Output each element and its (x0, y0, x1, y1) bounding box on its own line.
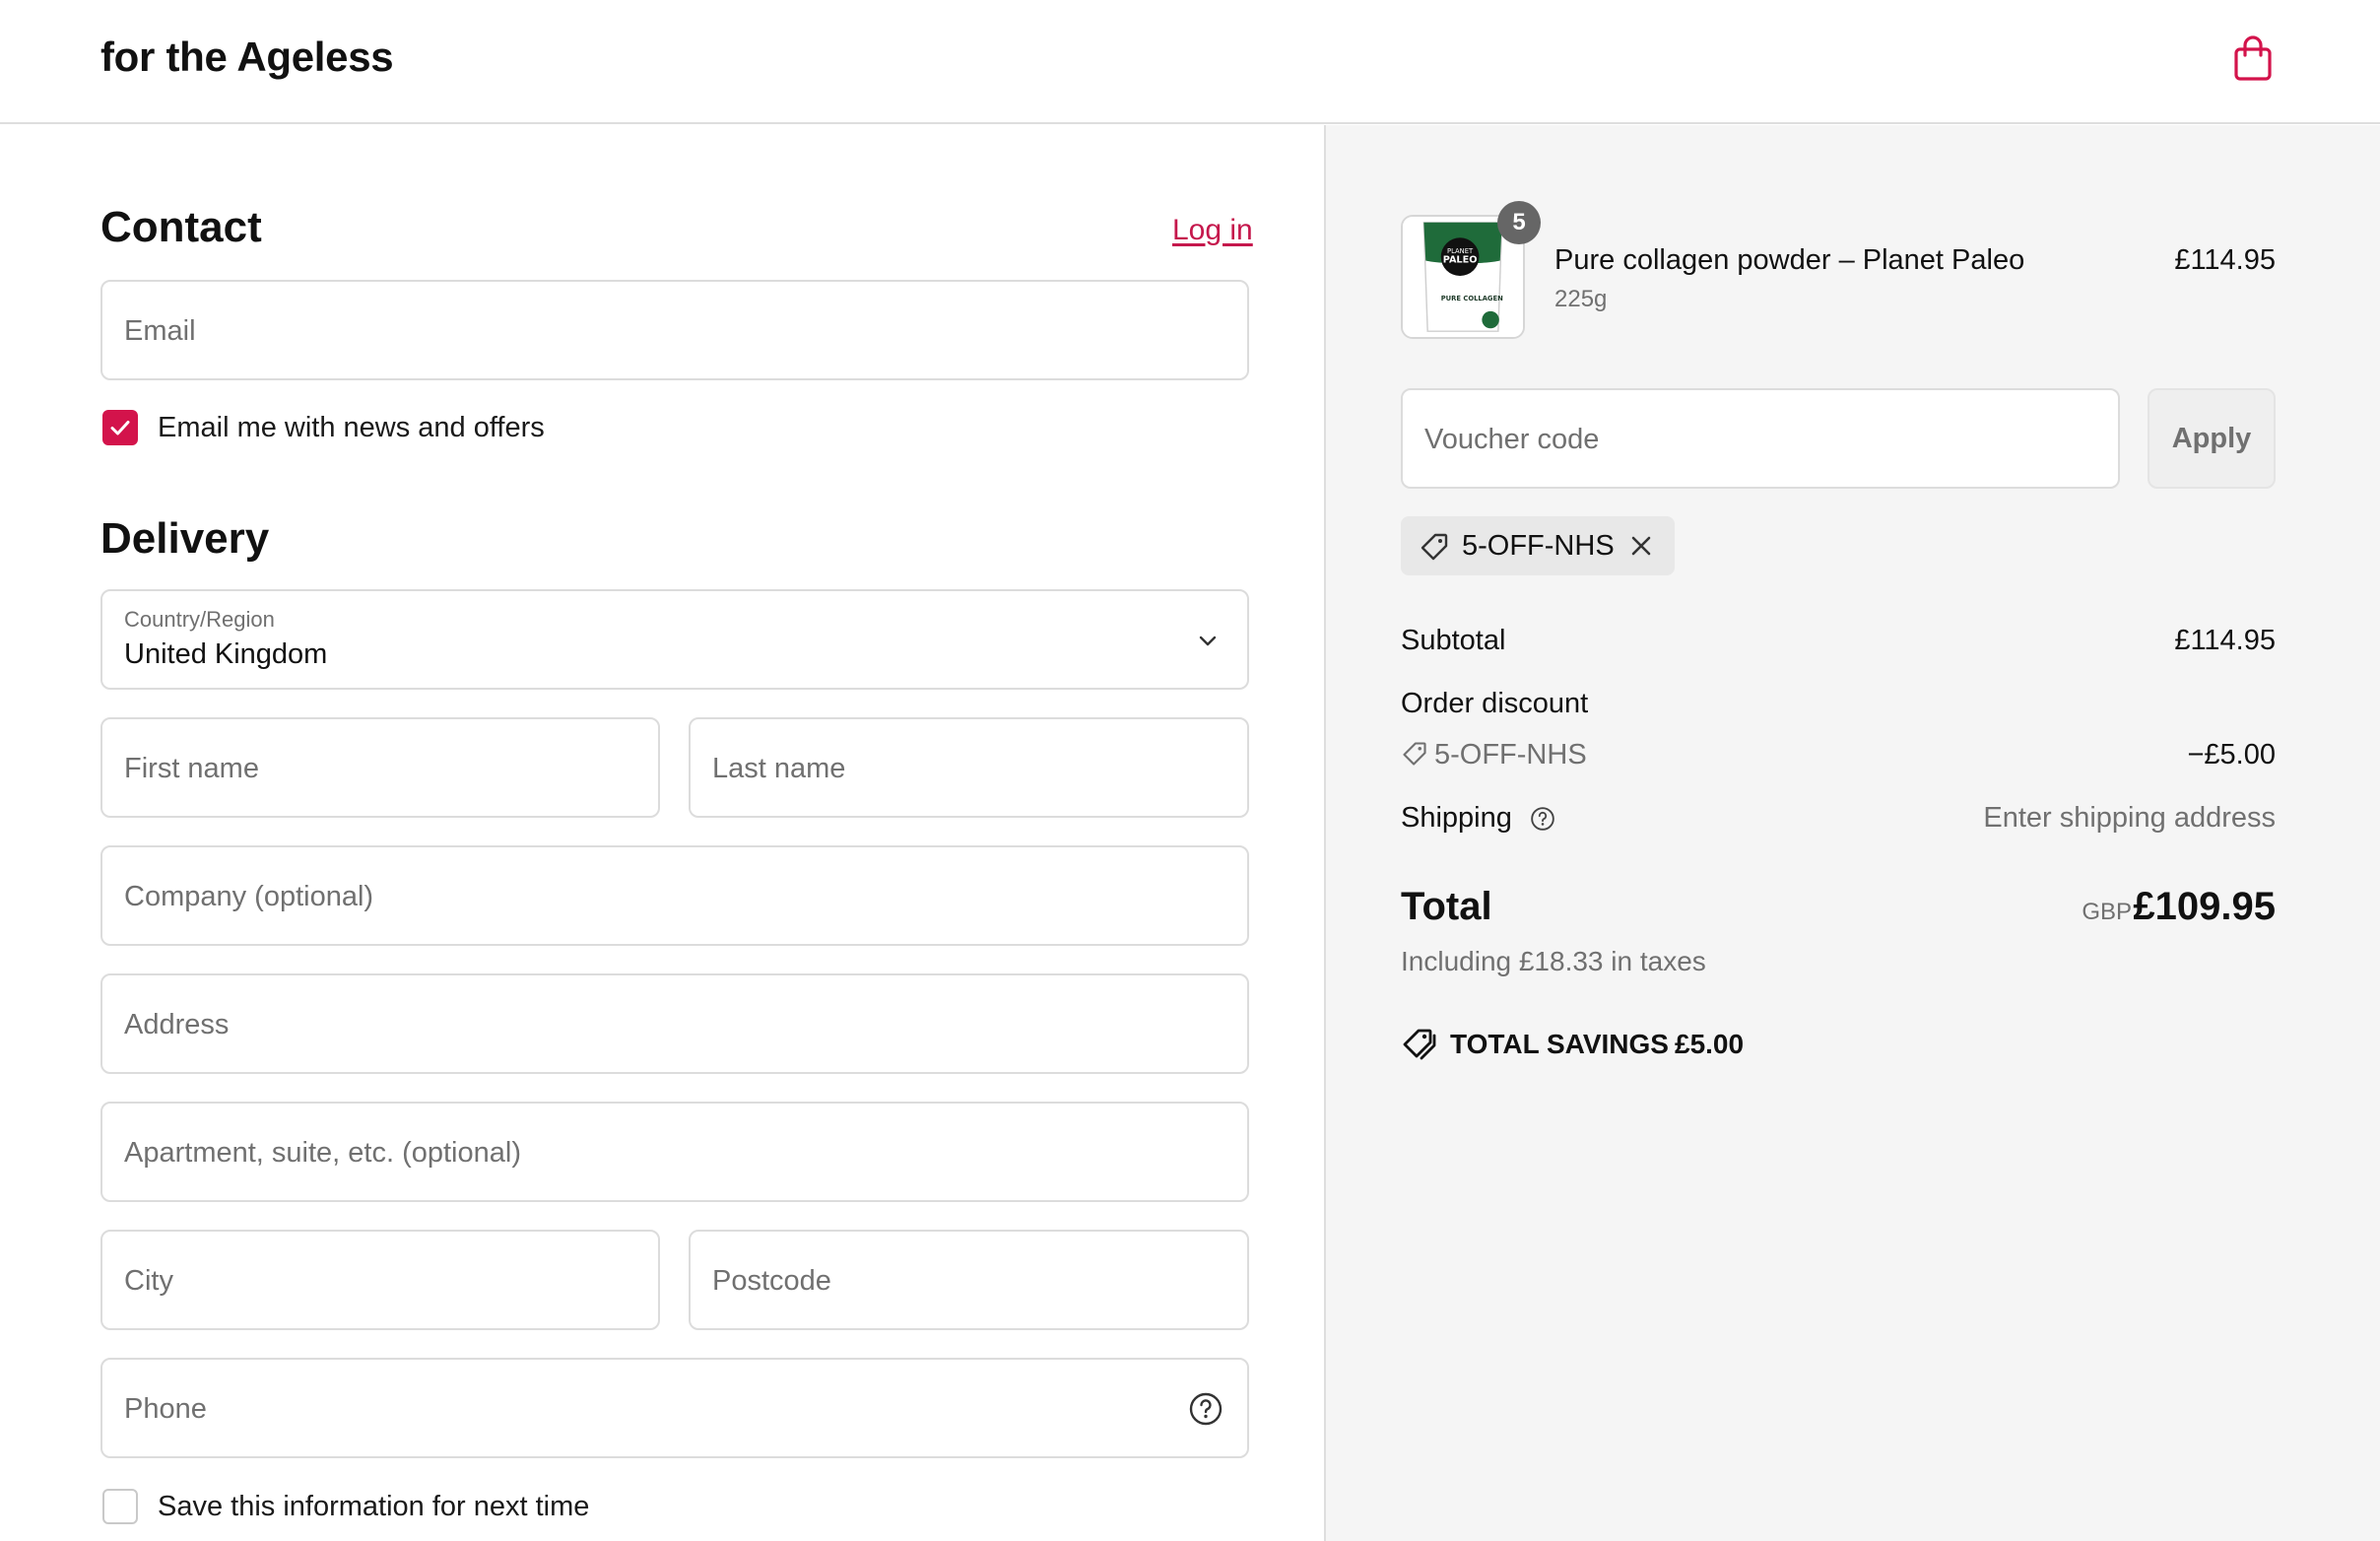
login-link[interactable]: Log in (1172, 214, 1253, 247)
help-circle-icon[interactable] (1188, 1391, 1223, 1427)
postcode-placeholder: Postcode (712, 1265, 831, 1297)
total-currency: GBP (2082, 899, 2132, 925)
shipping-row: Shipping (1401, 802, 1555, 835)
shipping-label: Shipping (1401, 802, 1512, 834)
subtotal-label: Subtotal (1401, 625, 1506, 656)
company-placeholder: Company (optional) (124, 881, 374, 912)
tax-note: Including £18.33 in taxes (1401, 946, 1706, 976)
last-name-field[interactable]: Last name (689, 717, 1249, 818)
savings-value: £5.00 (1675, 1029, 1745, 1059)
apply-button[interactable]: Apply (2148, 388, 2276, 489)
phone-placeholder: Phone (124, 1393, 207, 1425)
last-name-placeholder: Last name (712, 753, 846, 784)
first-name-placeholder: First name (124, 753, 259, 784)
address-field[interactable]: Address (100, 973, 1249, 1074)
discount-label: Order discount (1401, 688, 1589, 719)
applied-code-label: 5-OFF-NHS (1462, 530, 1615, 562)
product-name: Pure collagen powder – Planet Paleo (1554, 244, 2025, 276)
remove-code-icon[interactable] (1627, 532, 1655, 560)
header: for the Ageless (0, 0, 2380, 124)
tag-icon (1421, 533, 1448, 561)
shopping-bag-icon[interactable] (2228, 34, 2278, 83)
discount-code-row: 5-OFF-NHS (1401, 739, 1587, 771)
apartment-placeholder: Apartment, suite, etc. (optional) (124, 1137, 521, 1169)
delivery-title: Delivery (100, 514, 270, 563)
email-placeholder: Email (124, 315, 196, 347)
tag-icon (1403, 742, 1426, 766)
address-placeholder: Address (124, 1009, 230, 1040)
newsletter-checkbox[interactable] (102, 410, 138, 445)
shipping-value: Enter shipping address (1983, 802, 2276, 834)
help-circle-icon[interactable] (1530, 806, 1555, 832)
total-value: £109.95 (2133, 885, 2276, 928)
product-price: £114.95 (2174, 244, 2276, 276)
discount-code: 5-OFF-NHS (1434, 739, 1587, 770)
city-field[interactable]: City (100, 1230, 660, 1330)
pouch-text-bottom: PURE COLLAGEN (1441, 295, 1503, 302)
subtotal-value: £114.95 (2174, 625, 2276, 656)
apartment-field[interactable]: Apartment, suite, etc. (optional) (100, 1102, 1249, 1202)
country-select[interactable]: Country/Region United Kingdom (100, 589, 1249, 690)
country-label: Country/Region (124, 607, 275, 632)
save-info-label: Save this information for next time (158, 1491, 590, 1522)
tags-icon (1403, 1029, 1436, 1060)
company-field[interactable]: Company (optional) (100, 845, 1249, 946)
first-name-field[interactable]: First name (100, 717, 660, 818)
chevron-down-icon (1199, 636, 1217, 646)
city-placeholder: City (124, 1265, 173, 1297)
save-info-checkbox[interactable] (102, 1489, 138, 1524)
voucher-input[interactable]: Voucher code (1401, 388, 2120, 489)
phone-field[interactable]: Phone (100, 1358, 1249, 1458)
pouch-text-brand: PALEO (1443, 254, 1478, 265)
total-label: Total (1401, 885, 1492, 928)
country-value: United Kingdom (124, 638, 328, 670)
postcode-field[interactable]: Postcode (689, 1230, 1249, 1330)
savings-label: TOTAL SAVINGS (1450, 1029, 1669, 1059)
contact-title: Contact (100, 203, 262, 251)
applied-code-chip: 5-OFF-NHS (1401, 516, 1675, 575)
product-variant: 225g (1554, 286, 1608, 312)
email-field[interactable]: Email (100, 280, 1249, 380)
checkmark-icon (110, 421, 130, 436)
voucher-placeholder: Voucher code (1424, 424, 1600, 455)
discount-value: −£5.00 (2187, 739, 2276, 770)
brand-logo[interactable]: for the Ageless (100, 34, 394, 81)
newsletter-label: Email me with news and offers (158, 412, 545, 443)
quantity-badge: 5 (1497, 201, 1541, 244)
